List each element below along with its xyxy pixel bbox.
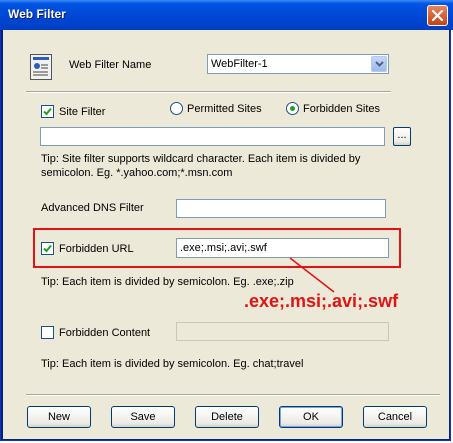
radio-selected-dot bbox=[290, 106, 295, 111]
forbidden-url-input[interactable]: .exe;.msi;.avi;.swf bbox=[176, 238, 389, 258]
cancel-button[interactable]: Cancel bbox=[363, 406, 427, 428]
browse-button[interactable]: ... bbox=[393, 127, 411, 146]
filter-name-value: WebFilter-1 bbox=[211, 58, 268, 70]
document-icon bbox=[30, 54, 52, 80]
close-button[interactable] bbox=[427, 5, 448, 26]
dns-filter-input[interactable] bbox=[176, 199, 386, 218]
dropdown-button[interactable] bbox=[371, 56, 387, 72]
dialog-body: Web Filter Name WebFilter-1 Site Filter … bbox=[3, 30, 449, 439]
forbidden-content-input[interactable] bbox=[176, 322, 389, 341]
forbidden-url-label: Forbidden URL bbox=[59, 243, 134, 255]
title-bar[interactable]: Web Filter bbox=[0, 0, 453, 30]
save-button[interactable]: Save bbox=[111, 406, 175, 428]
forbidden-content-checkbox[interactable] bbox=[41, 326, 54, 339]
filter-name-select[interactable]: WebFilter-1 bbox=[207, 54, 389, 74]
site-filter-checkbox[interactable] bbox=[41, 105, 54, 118]
new-button[interactable]: New bbox=[27, 406, 91, 428]
content-tip: Tip: Each item is divided by semicolon. … bbox=[41, 358, 304, 370]
dns-filter-label: Advanced DNS Filter bbox=[41, 202, 144, 214]
checkmark-icon bbox=[43, 107, 52, 116]
forbidden-url-checkbox[interactable] bbox=[41, 242, 54, 255]
separator bbox=[26, 394, 440, 396]
site-filter-tip-line2: semicolon. Eg. *.yahoo.com;*.msn.com bbox=[41, 167, 233, 179]
chevron-down-icon bbox=[375, 61, 384, 67]
site-filter-tip-line1: Tip: Site filter supports wildcard chara… bbox=[41, 153, 361, 165]
close-icon bbox=[432, 10, 443, 21]
permitted-sites-label: Permitted Sites bbox=[187, 103, 262, 115]
forbidden-sites-radio[interactable] bbox=[286, 102, 299, 115]
checkmark-icon bbox=[43, 244, 52, 253]
filter-name-label: Web Filter Name bbox=[69, 59, 152, 71]
delete-button[interactable]: Delete bbox=[195, 406, 259, 428]
separator bbox=[26, 91, 391, 93]
site-filter-label: Site Filter bbox=[59, 106, 106, 118]
forbidden-content-label: Forbidden Content bbox=[59, 327, 151, 339]
annotation-text: .exe;.msi;.avi;.swf bbox=[244, 291, 399, 311]
annotation-arrow bbox=[289, 257, 335, 293]
site-filter-input[interactable] bbox=[40, 127, 385, 146]
window-title: Web Filter bbox=[8, 7, 66, 21]
forbidden-sites-label: Forbidden Sites bbox=[303, 103, 381, 115]
permitted-sites-radio[interactable] bbox=[170, 102, 183, 115]
ok-button[interactable]: OK bbox=[279, 406, 343, 428]
url-tip: Tip: Each item is divided by semicolon. … bbox=[41, 276, 294, 288]
